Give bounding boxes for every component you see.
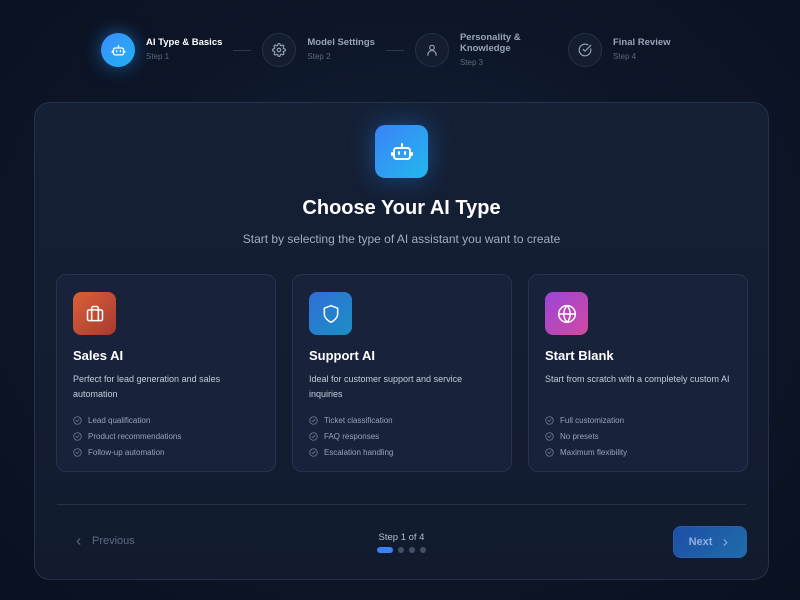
check-circle-icon [309,431,318,441]
globe-icon [545,292,588,335]
step-title: AI Type & Basics [146,37,223,49]
page-title: Choose Your AI Type [302,197,501,219]
feature-label: FAQ responses [324,431,380,441]
feature-list: Lead qualification Product recommendatio… [73,412,259,460]
feature-label: Escalation handling [324,447,394,457]
shield-icon [309,292,352,335]
wizard-stepper: AI Type & Basics Step 1 Model Settings S… [101,32,671,68]
feature-label: Follow-up automation [88,447,165,457]
step-title: Model Settings [307,37,375,49]
card-sales-ai[interactable]: Sales AI Perfect for lead generation and… [56,274,276,472]
progress-dot-3 [409,547,415,553]
briefcase-icon [73,292,116,335]
feature-label: Maximum flexibility [560,447,628,457]
step-model-settings[interactable]: Model Settings Step 2 [262,33,375,68]
check-circle-icon [73,431,82,441]
step-subtitle: Step 3 [459,57,484,67]
card-title: Support AI [309,348,375,363]
check-circle-icon [545,415,554,425]
card-description: Start from scratch with a completely cus… [545,374,730,384]
step-ai-type-basics[interactable]: AI Type & Basics Step 1 [101,33,223,68]
check-circle-icon [73,447,82,457]
list-item: Ticket classification [309,412,495,428]
card-description: Perfect for lead generation and sales au… [73,374,221,399]
check-circle-icon [73,415,82,425]
feature-label: Full customization [560,415,625,425]
bot-icon [375,125,428,178]
step-connector [233,49,252,51]
gear-icon [262,33,297,68]
feature-label: No presets [560,431,599,441]
step-final-review[interactable]: Final Review Step 4 [567,33,671,68]
list-item: Follow-up automation [73,444,259,460]
step-subtitle: Step 2 [307,52,331,62]
list-item: Full customization [545,412,731,428]
check-circle-icon [545,447,554,457]
feature-list: Ticket classification FAQ responses Esca… [309,412,495,460]
progress-dots [35,547,768,553]
list-item: FAQ responses [309,428,495,444]
feature-label: Product recommendations [88,431,182,441]
page-subtitle: Start by selecting the type of AI assist… [242,232,561,246]
divider [57,504,746,505]
next-button[interactable]: Next [673,526,747,558]
step-connector [385,49,404,51]
progress-dot-1 [377,547,393,553]
step-progress: Step 1 of 4 [35,532,768,553]
chevron-right-icon [723,538,728,546]
step-subtitle: Step 1 [146,52,170,62]
bot-icon [101,33,135,68]
step-title: Personality & Knowledge [459,32,521,54]
wizard-card: Choose Your AI Type Start by selecting t… [34,102,769,580]
list-item: Escalation handling [309,444,495,460]
feature-list: Full customization No presets Maximum fl… [545,412,731,460]
check-circle-icon [309,415,318,425]
list-item: Product recommendations [73,428,259,444]
card-description: Ideal for customer support and service i… [309,374,463,399]
feature-label: Ticket classification [324,415,393,425]
next-label: Next [688,536,713,548]
list-item: Maximum flexibility [545,444,731,460]
card-start-blank[interactable]: Start Blank Start from scratch with a co… [528,274,748,472]
feature-label: Lead qualification [88,415,151,425]
check-circle-icon [545,431,554,441]
check-circle-icon [567,33,602,68]
progress-dot-2 [398,547,404,553]
card-title: Start Blank [545,348,614,363]
card-title: Sales AI [73,348,124,363]
step-title: Final Review [612,37,671,49]
progress-dot-4 [420,547,426,553]
list-item: Lead qualification [73,412,259,428]
progress-label: Step 1 of 4 [378,532,425,543]
check-circle-icon [309,447,318,457]
user-icon [414,33,449,68]
list-item: No presets [545,428,731,444]
step-personality-knowledge[interactable]: Personality & Knowledge Step 3 [414,32,532,68]
card-support-ai[interactable]: Support AI Ideal for customer support an… [292,274,512,472]
step-subtitle: Step 4 [612,52,637,62]
